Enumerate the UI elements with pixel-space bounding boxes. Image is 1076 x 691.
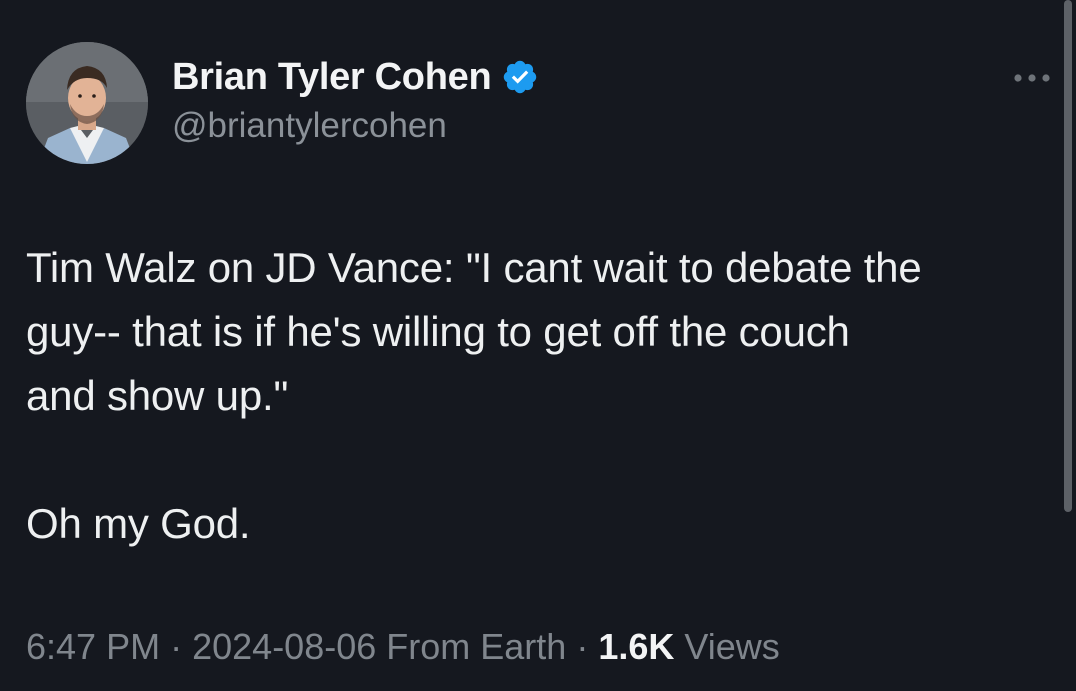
tweet-body: Tim Walz on JD Vance: "I cant wait to de… bbox=[26, 236, 1046, 556]
more-options-icon[interactable] bbox=[1010, 68, 1054, 88]
tweet-card: Brian Tyler Cohen @briantylercohen Tim W… bbox=[0, 0, 1076, 691]
tweet-date[interactable]: 2024-08-06 bbox=[192, 626, 376, 667]
verified-badge-icon bbox=[501, 58, 539, 96]
avatar[interactable] bbox=[26, 42, 148, 164]
tweet-text-paragraph-2: Oh my God. bbox=[26, 500, 251, 547]
scrollbar[interactable] bbox=[1064, 0, 1072, 512]
views-label: Views bbox=[684, 626, 780, 667]
author-display-name[interactable]: Brian Tyler Cohen bbox=[172, 56, 492, 99]
separator: · bbox=[576, 626, 589, 667]
tweet-metadata: 6:47 PM · 2024-08-06 From Earth · 1.6K V… bbox=[26, 626, 780, 668]
tweet-text-paragraph-1: Tim Walz on JD Vance: "I cant wait to de… bbox=[26, 244, 922, 419]
views-count[interactable]: 1.6K bbox=[598, 626, 674, 667]
author-row: Brian Tyler Cohen bbox=[172, 54, 539, 100]
tweet-time[interactable]: 6:47 PM bbox=[26, 626, 160, 667]
tweet-source: From Earth bbox=[386, 626, 567, 667]
author-handle[interactable]: @briantylercohen bbox=[172, 106, 447, 146]
avatar-image bbox=[26, 42, 148, 164]
separator: · bbox=[170, 626, 183, 667]
